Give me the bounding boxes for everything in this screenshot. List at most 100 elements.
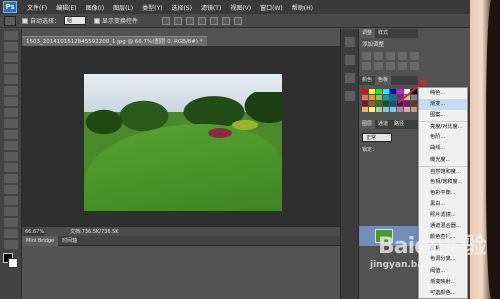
hand-tool[interactable] [3,229,18,238]
gradient-tool[interactable] [3,152,18,161]
photo-filter-icon[interactable] [398,62,407,70]
lasso-tool[interactable] [3,53,18,62]
swatch[interactable] [390,89,396,94]
clone-stamp-tool[interactable] [3,119,18,128]
hue-saturation-icon[interactable] [362,62,371,70]
background-color-swatch[interactable] [8,258,18,268]
menu-file[interactable]: 文件(F) [27,3,47,12]
align-left-icon[interactable] [198,16,207,25]
tab-paths[interactable]: 路径 [391,120,407,129]
tab-adjustments[interactable]: 调整 [359,29,376,38]
swatch[interactable] [390,101,396,106]
align-middle-icon[interactable] [174,16,183,25]
tab-swatches[interactable]: 色板 [375,76,392,85]
menu-item-hue-saturation[interactable]: 色相/饱和度... [419,177,467,188]
swatch[interactable] [369,107,375,112]
menu-item-color-balance[interactable]: 色彩平衡... [419,188,467,199]
move-tool[interactable] [3,31,18,40]
swatch[interactable] [376,89,382,94]
path-select-tool[interactable] [3,207,18,216]
swatch[interactable] [362,101,368,106]
vibrance-icon[interactable] [410,52,419,60]
menu-select[interactable]: 选择(S) [171,3,192,12]
swatch[interactable] [376,107,382,112]
tab-color[interactable]: 颜色 [359,76,375,85]
menu-item-black-white[interactable]: 黑白... [419,199,467,210]
channel-mixer-icon[interactable] [410,62,419,70]
tab-channels[interactable]: 通道 [375,120,391,129]
swatch[interactable] [397,107,403,112]
character-panel-icon[interactable] [344,91,355,101]
swatch[interactable] [369,89,375,94]
swatch[interactable] [397,89,403,94]
curves-icon[interactable] [386,52,395,60]
eyedropper-tool[interactable] [3,86,18,95]
pen-tool[interactable] [3,185,18,194]
swatch[interactable] [411,107,417,112]
history-brush-tool[interactable] [3,130,18,139]
history-panel-icon[interactable] [344,37,355,47]
healing-tool[interactable] [3,97,18,106]
tab-timeline[interactable]: 时间轴 [58,236,81,246]
auto-select-dropdown[interactable]: 组 [64,16,87,25]
zoom-level[interactable]: 66.67% [24,227,44,236]
menu-item-exposure[interactable]: 曝光度... [419,155,467,166]
distribute-icon[interactable] [234,16,243,25]
crop-tool[interactable] [3,75,18,84]
swatch[interactable] [404,101,410,106]
menu-item-levels[interactable]: 色阶... [419,132,467,143]
menu-item-vibrance[interactable]: 自然饱和度... [419,165,467,177]
menu-item-gradient[interactable]: 渐变... [419,99,467,111]
menu-view[interactable]: 视图(V) [230,3,251,12]
brush-tool[interactable] [3,108,18,117]
align-bottom-icon[interactable] [186,16,195,25]
swatch[interactable] [362,89,368,94]
swatch[interactable] [383,95,389,100]
menu-image[interactable]: 图像(I) [86,3,104,12]
menu-window[interactable]: 窗口(W) [260,3,283,12]
swatch[interactable] [411,95,417,100]
tab-mini-bridge[interactable]: Mini Bridge [22,235,59,246]
tab-layers[interactable]: 图层 [359,120,376,129]
type-tool[interactable] [3,196,18,205]
levels-icon[interactable] [374,52,383,60]
menu-type[interactable]: 类型(Y) [142,3,162,12]
swatch[interactable] [369,95,375,100]
swatch[interactable] [390,107,396,112]
marquee-tool[interactable] [3,42,18,51]
menu-item-brightness-contrast[interactable]: 亮度/对比度... [419,121,467,132]
zoom-tool[interactable] [3,240,18,249]
auto-select-checkbox[interactable] [22,17,28,24]
menu-item-photo-filter[interactable]: 照片滤镜... [419,210,467,221]
show-transform-checkbox[interactable] [94,17,101,24]
align-right-icon[interactable] [222,16,231,25]
swatch[interactable] [376,101,382,106]
color-balance-icon[interactable] [374,62,383,70]
document-tab[interactable]: 1503_2014101512845592200_1.jpg @ 66.7%(图… [22,36,207,46]
menu-item-curves[interactable]: 曲线... [419,143,467,154]
properties-panel-icon[interactable] [344,55,355,65]
black-white-icon[interactable] [386,62,395,70]
swatch[interactable] [376,95,382,100]
paragraph-panel-icon[interactable] [344,73,355,83]
swatch[interactable] [362,107,368,112]
blur-tool[interactable] [3,163,18,172]
dodge-tool[interactable] [3,174,18,183]
menu-layer[interactable]: 图层(L) [113,3,133,12]
menu-filter[interactable]: 滤镜(T) [201,3,221,12]
eraser-tool[interactable] [3,141,18,150]
align-center-icon[interactable] [210,16,219,25]
align-top-icon[interactable] [162,16,171,25]
tab-styles[interactable]: 样式 [375,29,391,38]
exposure-icon[interactable] [398,52,407,60]
menu-item-selective-color[interactable]: 可选颜色... [419,288,467,299]
blend-mode-select[interactable]: 正常 [362,133,392,142]
quick-select-tool[interactable] [3,64,18,73]
swatch[interactable] [404,107,410,112]
swatch[interactable] [369,101,375,106]
swatch[interactable] [383,101,389,106]
shape-tool[interactable] [3,218,18,227]
swatch[interactable] [390,95,396,100]
swatch[interactable] [383,89,389,94]
menu-item-solid-color[interactable]: 纯色... [419,88,467,99]
